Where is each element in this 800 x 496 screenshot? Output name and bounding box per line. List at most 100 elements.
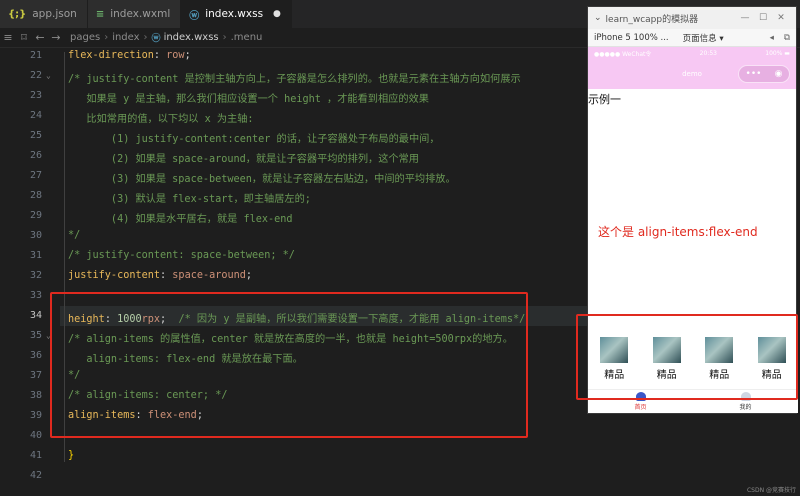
breadcrumb-pages[interactable]: pages — [70, 32, 100, 43]
line-number: 34 — [29, 310, 42, 321]
dock-icon[interactable]: ⧉ — [784, 33, 790, 43]
tab-index-wxss[interactable]: ⓦ index.wxss ● — [181, 0, 292, 28]
wxml-file-icon: ≡ — [95, 8, 105, 20]
line-number: 36 — [29, 350, 42, 361]
line-number: 21 — [29, 50, 42, 61]
tab-mine-label: 我的 — [739, 404, 752, 411]
breadcrumb-separator-icon: › — [143, 32, 148, 43]
tab-label: index.wxml — [110, 8, 171, 20]
line-number: 39 — [29, 410, 42, 421]
simulator-title-bar: ⌄ learn_wcapp的模拟器 — ☐ ✕ — [588, 7, 796, 29]
annotation-text: 这个是 align-items:flex-end — [598, 225, 758, 239]
line-number: 22 — [29, 70, 42, 81]
forward-arrow-icon[interactable]: → — [48, 31, 64, 44]
menu-capsule: ••• ◉ — [738, 65, 790, 83]
line-number: 38 — [29, 390, 42, 401]
wxss-file-icon: ⓦ — [151, 34, 161, 44]
status-carrier: ●●●●● WeChat令 — [594, 50, 652, 58]
code-line[interactable]: (1) justify-content:center 的话，让子容器处于布局的最… — [68, 130, 440, 145]
code-token: ; — [245, 270, 253, 281]
annotation-box-code — [50, 292, 528, 438]
code-line[interactable]: /* justify-content 是控制主轴方向上，子容器是怎么排列的。也就… — [68, 70, 521, 85]
code-token: 比如常用的值，以下均以 x 为主轴: — [68, 114, 254, 125]
code-token: /* justify-content 是控制主轴方向上，子容器是怎么排列的。也就… — [68, 74, 521, 85]
code-line[interactable]: flex-direction: row; — [68, 50, 191, 61]
page-info-select[interactable]: 页面信息 ▾ — [683, 32, 724, 44]
status-time: 20:53 — [699, 49, 717, 57]
device-select[interactable]: iPhone 5 100% ... — [594, 33, 669, 43]
chevron-down-icon[interactable]: ⌄ — [594, 13, 602, 23]
close-circle-icon[interactable]: ◉ — [775, 69, 783, 79]
line-number: 32 — [29, 270, 42, 281]
fold-chevron-icon[interactable]: ⌄ — [46, 71, 51, 80]
code-token: : — [153, 50, 167, 61]
breadcrumb-separator-icon: › — [104, 32, 109, 43]
code-token: /* justify-content: space-between; */ — [68, 250, 295, 261]
breadcrumb-index[interactable]: index — [112, 32, 139, 43]
code-line[interactable]: */ — [68, 230, 80, 241]
nav-title: demo — [682, 70, 702, 78]
tab-home-label: 首页 — [634, 404, 647, 411]
code-line[interactable]: (2) 如果是 space-around，就是让子容器平均的排列，这个常用 — [68, 150, 419, 165]
code-line[interactable]: /* justify-content: space-between; */ — [68, 250, 295, 261]
maximize-icon[interactable]: ☐ — [754, 13, 772, 23]
code-token: flex-direction — [68, 50, 154, 61]
code-line[interactable]: (3) 如果是 space-between，就是让子容器左右贴边，中间的平均排放… — [68, 170, 456, 185]
status-battery: 100% ▬ — [765, 49, 790, 57]
code-token: : — [160, 270, 173, 281]
code-token: justify-content — [68, 270, 161, 281]
code-token: } — [68, 450, 75, 461]
line-number: 29 — [29, 210, 42, 221]
code-line[interactable]: (3) 默认是 flex-start，即主轴居左的; — [68, 190, 311, 205]
code-line[interactable]: 比如常用的值，以下均以 x 为主轴: — [68, 110, 254, 125]
code-line[interactable]: (4) 如果是水平居右，就是 flex-end — [68, 210, 293, 225]
json-file-icon: {;} — [8, 8, 27, 20]
example-label: 示例一 — [588, 93, 621, 106]
line-number: 24 — [29, 110, 42, 121]
line-number: 28 — [29, 190, 42, 201]
line-number: 23 — [29, 90, 42, 101]
code-token: (2) 如果是 space-around，就是让子容器平均的排列，这个常用 — [68, 154, 419, 165]
close-icon[interactable]: ✕ — [772, 13, 790, 23]
phone-navigation-bar: demo ••• ◉ — [588, 59, 796, 89]
line-number: 27 — [29, 170, 42, 181]
simulator-toolbar: iPhone 5 100% ... 页面信息 ▾ ◂ ⧉ — [588, 29, 796, 47]
line-number: 37 — [29, 370, 42, 381]
simulator-title: learn_wcapp的模拟器 — [605, 14, 699, 25]
code-line[interactable]: } — [68, 450, 74, 461]
code-token: (1) justify-content:center 的话，让子容器处于布局的最… — [68, 134, 440, 145]
annotation-box-simulator — [576, 314, 798, 400]
line-number: 40 — [29, 430, 42, 441]
line-number: 35 — [29, 330, 42, 341]
code-token: space-around — [172, 270, 246, 281]
line-number: 33 — [29, 290, 42, 301]
tab-label: index.wxss — [205, 8, 264, 20]
bookmark-icon[interactable]: ⌑ — [16, 31, 32, 44]
code-line[interactable]: 如果是 y 是主轴，那么我们相应设置一个 height ，才能看到相应的效果 — [68, 90, 429, 105]
line-number: 30 — [29, 230, 42, 241]
wxss-file-icon: ⓦ — [189, 10, 200, 22]
breadcrumb-file[interactable]: index.wxss — [164, 32, 219, 43]
menu-lines-icon[interactable]: ≡ — [0, 31, 16, 44]
code-token: 如果是 y 是主轴，那么我们相应设置一个 height ，才能看到相应的效果 — [68, 94, 429, 105]
minimize-icon[interactable]: — — [736, 13, 754, 23]
breadcrumb-selector[interactable]: .menu — [231, 32, 263, 43]
code-token: (3) 如果是 space-between，就是让子容器左右贴边，中间的平均排放… — [68, 174, 456, 185]
line-number: 41 — [29, 450, 42, 461]
line-number: 25 — [29, 130, 42, 141]
volume-icon[interactable]: ◂ — [770, 33, 774, 43]
code-token: (4) 如果是水平居右，就是 flex-end — [68, 214, 293, 225]
code-line[interactable]: justify-content: space-around; — [68, 270, 252, 281]
tab-app-json[interactable]: {;} app.json — [0, 0, 88, 28]
tab-index-wxml[interactable]: ≡ index.wxml — [87, 0, 182, 28]
line-number: 31 — [29, 250, 42, 261]
tab-label: app.json — [32, 8, 77, 20]
code-token: ; — [184, 50, 191, 61]
back-arrow-icon[interactable]: ← — [32, 31, 48, 44]
more-dots-icon[interactable]: ••• — [746, 69, 762, 79]
code-token: */ — [68, 230, 81, 241]
line-number: 42 — [29, 470, 42, 481]
unsaved-dot-icon[interactable]: ● — [273, 9, 281, 19]
code-token: row — [166, 50, 185, 61]
phone-status-bar: ●●●●● WeChat令 20:53 100% ▬ — [588, 47, 796, 59]
